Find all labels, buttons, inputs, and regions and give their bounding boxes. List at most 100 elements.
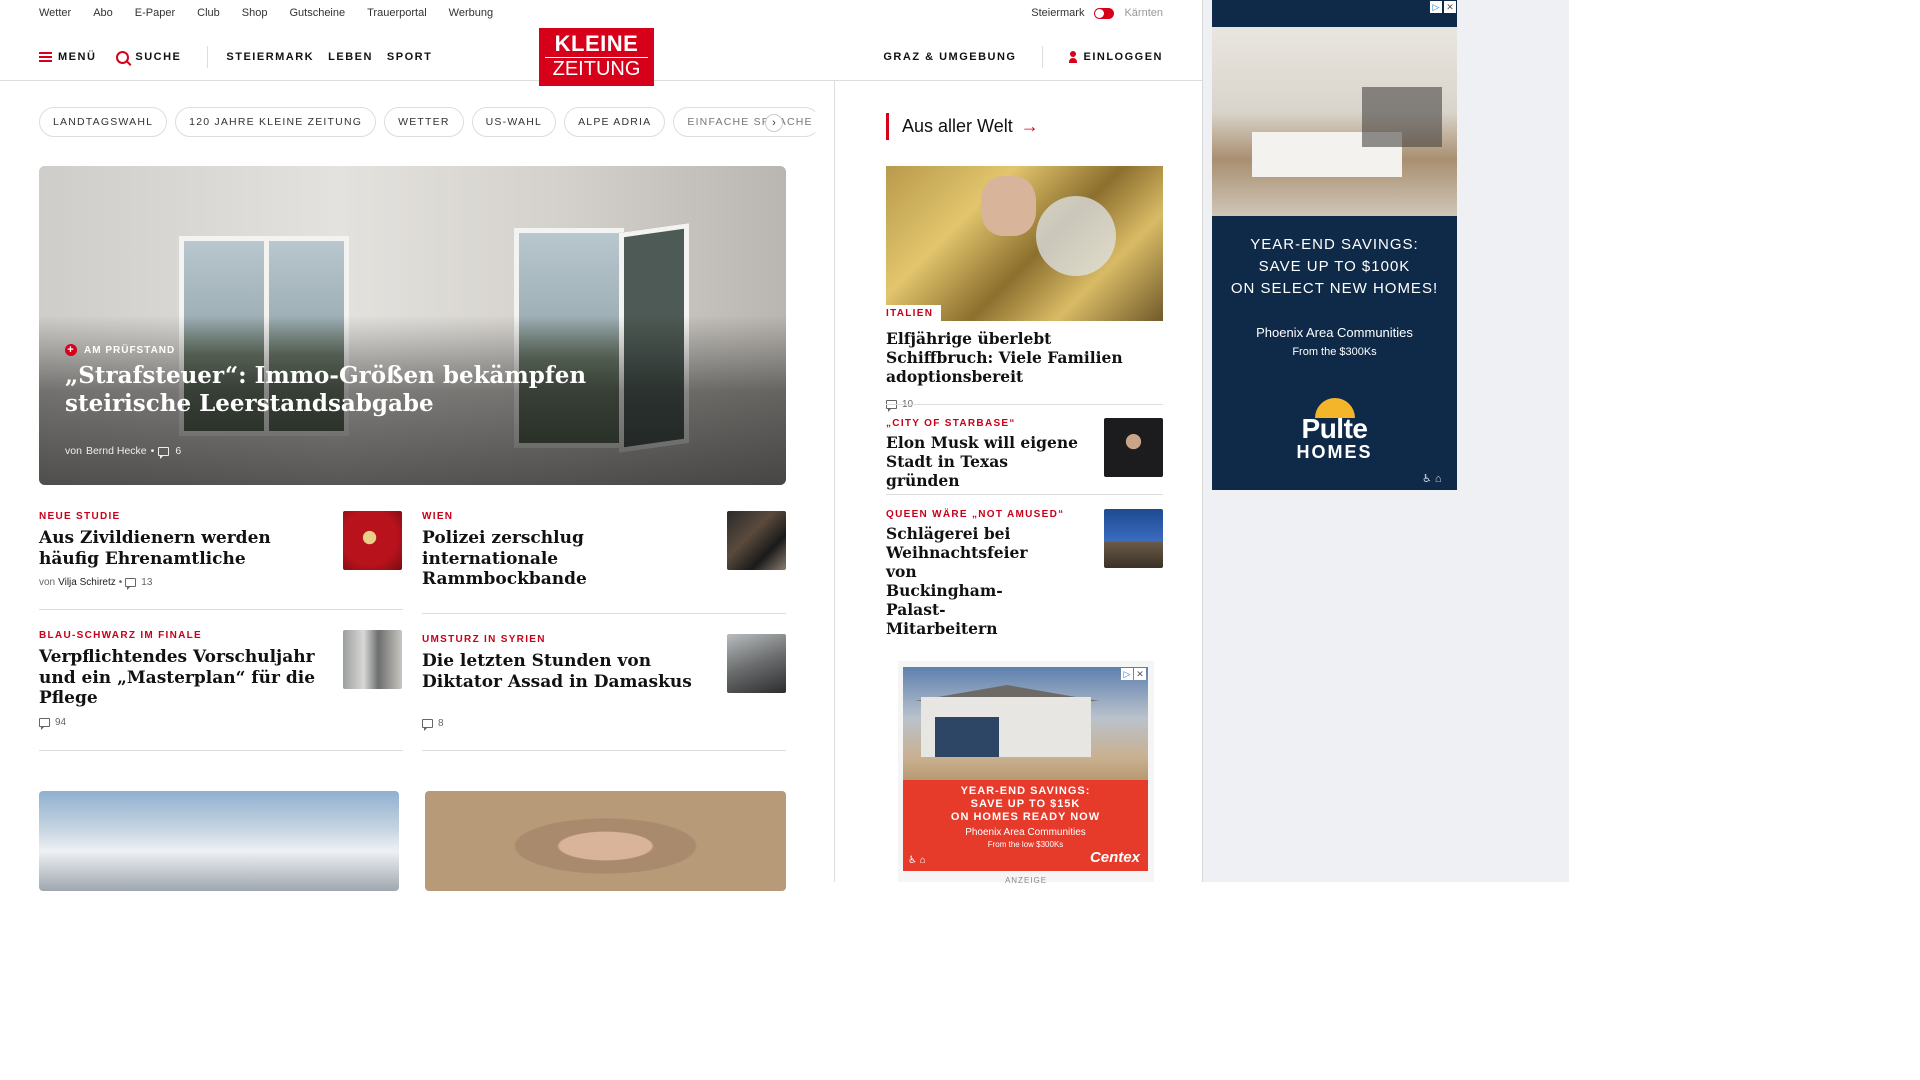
article-image-mountains[interactable] [39,791,399,891]
side-featured-teaser[interactable]: Elfjährige überlebt Schiffbruch: Viele F… [886,329,1163,412]
comment-icon [39,718,50,731]
article-teaser[interactable]: UMSTURZ IN SYRIEN Die letzten Stunden vo… [422,634,717,732]
article-thumbnail[interactable] [727,511,786,570]
hero-title[interactable]: „Strafsteuer“: Immo-Größen bekämpfen ste… [65,362,625,418]
nav-section-sport[interactable]: SPORT [387,51,432,63]
ad-price: From the low $300Ks [987,840,1064,849]
util-link-wetter[interactable]: Wetter [39,7,71,19]
column-divider [834,81,835,882]
side-teaser[interactable]: QUEEN WÄRE „NOT AMUSED“ Schlägerei bei W… [886,509,1086,638]
hero-author[interactable]: Bernd Hecke [86,445,147,457]
article-teaser[interactable]: NEUE STUDIE Aus Zivildienern werden häuf… [39,511,329,591]
chip-alpe-adria[interactable]: ALPE ADRIA [564,107,666,137]
nav-section-leben[interactable]: LEBEN [328,51,373,63]
article-title[interactable]: Elfjährige überlebt Schiffbruch: Viele F… [886,329,1163,387]
region-switch: Steiermark Kärnten [1031,7,1163,19]
ad-label: ANZEIGE [1004,876,1048,885]
ad-price: From the $300Ks [1292,346,1377,358]
hero-kicker: + AM PRÜFSTAND [65,344,175,356]
article-comment-count[interactable]: 8 [438,718,444,729]
ad-info-icon[interactable]: ▷ [1430,1,1442,13]
ad-headline: YEAR-END SAVINGS: SAVE UP TO $100K ON SE… [1212,234,1457,300]
ad-headline-line: YEAR-END SAVINGS: [960,785,1091,797]
nav-section-steiermark[interactable]: STEIERMARK [226,51,314,63]
article-image-portrait[interactable] [425,791,786,891]
hero-meta: von Bernd Hecke • 6 [65,445,181,459]
article-title[interactable]: Polizei zerschlug internationale Rammboc… [422,528,717,590]
advertisement-centex[interactable]: ▷ ✕ YEAR-END SAVINGS: SAVE UP TO $15K ON… [903,667,1148,871]
util-link-shop[interactable]: Shop [242,7,268,19]
ad-info-icon[interactable]: ▷ [1121,668,1133,680]
utility-bar: Wetter Abo E-Paper Club Shop Gutscheine … [39,0,1163,28]
side-thumbnail[interactable] [1104,509,1163,568]
region-active-label[interactable]: Steiermark [1031,7,1084,19]
article-title[interactable]: Elon Musk will eigene Stadt in Texas grü… [886,433,1086,491]
logo-line-1: KLEINE [554,31,639,56]
section-title: Aus aller Welt [902,116,1013,136]
hero-article[interactable]: + AM PRÜFSTAND „Strafsteuer“: Immo-Größe… [39,166,786,485]
region-toggle[interactable] [1094,7,1115,19]
ad-headline-line: SAVE UP TO $15K [970,798,1081,810]
util-link-trauerportal[interactable]: Trauerportal [367,7,427,19]
ad-headline-line: YEAR-END SAVINGS: [1250,236,1419,253]
article-title[interactable]: Aus Zivildienern werden häufig Ehrenamtl… [39,528,329,569]
side-divider [886,494,1163,495]
chip-wetter[interactable]: WETTER [384,107,464,137]
login-button[interactable]: EINLOGGEN [1069,51,1163,64]
util-link-werbung[interactable]: Werbung [449,7,493,19]
article-title[interactable]: Verpflichtendes Vorschuljahr und ein „Ma… [39,647,329,709]
article-meta: 94 [39,717,329,731]
menu-button[interactable]: MENÜ [39,51,96,63]
article-teaser[interactable]: WIEN Polizei zerschlug internationale Ra… [422,511,717,590]
hero-comment-count[interactable]: 6 [175,445,181,457]
chips-next-button[interactable]: › [765,114,783,132]
article-comment-count[interactable]: 13 [141,577,152,588]
side-teaser[interactable]: „CITY OF STARBASE“ Elon Musk will eigene… [886,418,1086,491]
article-kicker: BLAU-SCHWARZ IM FINALE [39,630,203,641]
search-button[interactable]: SUCHE [116,50,181,64]
article-divider [422,613,786,614]
ad-house-garage [935,717,999,757]
ad-subline: Phoenix Area Communities [965,827,1086,838]
article-thumbnail[interactable] [343,511,402,570]
nav-link-graz[interactable]: GRAZ & UMGEBUNG [883,51,1016,63]
meta-separator: • [150,445,155,457]
advertisement-pulte[interactable]: ▷ ✕ YEAR-END SAVINGS: SAVE UP TO $100K O… [1212,0,1457,490]
chip-120-jahre[interactable]: 120 JAHRE KLEINE ZEITUNG [175,107,377,137]
plus-icon: + [65,344,77,356]
side-divider [886,404,1163,405]
logo-line-2: ZEITUNG [545,57,648,79]
ad-kitchen-oven [1362,87,1442,147]
nav-right: GRAZ & UMGEBUNG EINLOGGEN [883,46,1163,68]
ad-close-icon[interactable]: ✕ [1134,668,1146,680]
site-logo[interactable]: KLEINE ZEITUNG [539,28,654,86]
util-link-epaper[interactable]: E-Paper [135,7,175,19]
side-thumbnail[interactable] [1104,418,1163,477]
chip-us-wahl[interactable]: US-WAHL [471,107,557,137]
side-image-detail [1036,196,1116,276]
chip-landtagswahl[interactable]: LANDTAGSWAHL [39,107,168,137]
article-comment-count[interactable]: 94 [55,717,66,728]
util-link-club[interactable]: Club [197,7,220,19]
side-image-face [981,176,1036,236]
article-kicker: WIEN [422,511,454,522]
section-heading-aus-aller-welt[interactable]: Aus aller Welt → [886,113,1039,140]
search-icon [116,50,130,64]
article-meta: 8 [422,718,717,732]
article-thumbnail[interactable] [727,634,786,693]
util-link-abo[interactable]: Abo [93,7,113,19]
article-title[interactable]: Schlägerei bei Weihnachtsfeier von Bucki… [886,524,1036,638]
ad-close-icon[interactable]: ✕ [1444,1,1456,13]
ad-house-image [903,667,1148,780]
article-divider [422,750,786,751]
article-teaser[interactable]: BLAU-SCHWARZ IM FINALE Verpflichtendes V… [39,630,329,731]
util-link-gutscheine[interactable]: Gutscheine [289,7,345,19]
side-featured-image[interactable] [886,166,1163,321]
article-title[interactable]: Die letzten Stunden von Diktator Assad i… [422,651,717,692]
chip-einfache-sprache[interactable]: EINFACHE SPRACHE [673,107,820,137]
accessibility-icon: ♿ ⌂ [908,855,926,866]
article-thumbnail[interactable] [343,630,402,689]
region-inactive-label[interactable]: Kärnten [1124,7,1163,19]
article-author[interactable]: Vilja Schiretz [58,577,116,588]
user-icon [1069,51,1078,64]
